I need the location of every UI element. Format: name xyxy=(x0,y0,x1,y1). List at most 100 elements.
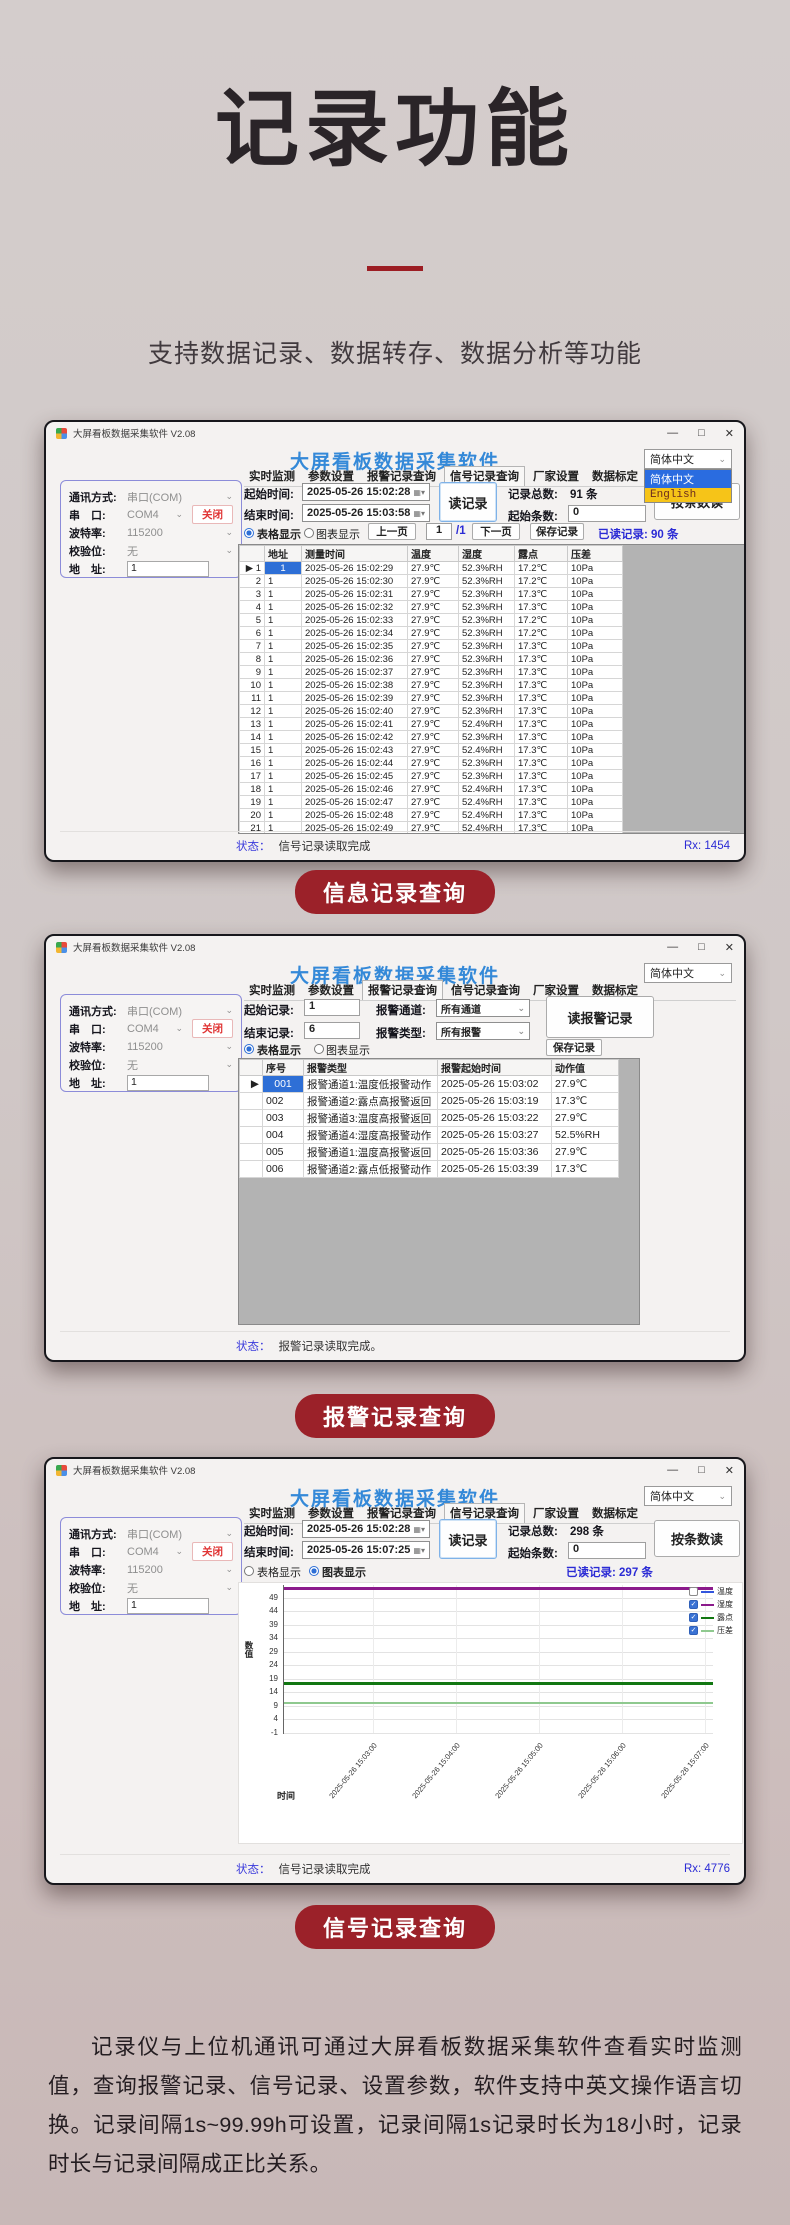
tab-厂家设置[interactable]: 厂家设置 xyxy=(528,1504,584,1523)
table-row[interactable]: 212025-05-26 15:02:3027.9℃52.3%RH17.2℃10… xyxy=(240,575,623,588)
legend-checkbox[interactable] xyxy=(689,1587,698,1596)
tab-厂家设置[interactable]: 厂家设置 xyxy=(528,467,584,486)
table-view-radio[interactable] xyxy=(244,1566,254,1576)
tab-报警记录查询[interactable]: 报警记录查询 xyxy=(362,980,443,1000)
chart-view-radio[interactable] xyxy=(314,1044,324,1054)
table-row[interactable]: 1112025-05-26 15:02:3927.9℃52.3%RH17.3℃1… xyxy=(240,692,623,705)
dropdown[interactable]: 无⌄ xyxy=(127,1057,233,1073)
start-index-input[interactable]: 0 xyxy=(568,505,646,522)
page-number-input[interactable]: 1 xyxy=(426,523,452,540)
dropdown[interactable]: 115200⌄ xyxy=(127,527,233,539)
tab-实时监测[interactable]: 实时监测 xyxy=(244,467,300,486)
table-row[interactable]: ▶ 112025-05-26 15:02:2927.9℃52.3%RH17.2℃… xyxy=(240,562,623,575)
dropdown[interactable]: 串口(COM)⌄ xyxy=(127,1003,233,1019)
table-view-label[interactable]: 表格显示 xyxy=(257,1564,301,1580)
minimize-button[interactable]: — xyxy=(667,1464,678,1477)
tab-参数设置[interactable]: 参数设置 xyxy=(303,981,359,1000)
read-by-count-button[interactable]: 按条数读 xyxy=(654,1520,740,1557)
close-button[interactable]: ✕ xyxy=(725,941,734,954)
records-table[interactable]: 地址测量时间温度湿度露点压差▶ 112025-05-26 15:02:2927.… xyxy=(238,544,745,834)
start-time-input[interactable]: 2025-05-26 15:02:28 ▦▾ xyxy=(302,1520,430,1538)
dropdown[interactable]: COM4⌄ xyxy=(127,509,183,521)
dropdown[interactable]: 无⌄ xyxy=(127,1580,233,1596)
table-row[interactable]: 1612025-05-26 15:02:4427.9℃52.3%RH17.3℃1… xyxy=(240,757,623,770)
start-index-input[interactable]: 0 xyxy=(568,1542,646,1559)
start-time-input[interactable]: 2025-05-26 15:02:28 ▦▾ xyxy=(302,483,430,501)
language-select[interactable]: 简体中文 ⌄ xyxy=(644,1486,732,1506)
address-input[interactable]: 1 xyxy=(127,1598,209,1614)
alarm-type-select[interactable]: 所有报警 ⌄ xyxy=(436,1022,530,1040)
table-row[interactable]: 1812025-05-26 15:02:4627.9℃52.4%RH17.3℃1… xyxy=(240,783,623,796)
table-view-label[interactable]: 表格显示 xyxy=(257,526,301,542)
dropdown[interactable]: 串口(COM)⌄ xyxy=(127,1526,233,1542)
table-row[interactable]: 1212025-05-26 15:02:4027.9℃52.3%RH17.3℃1… xyxy=(240,705,623,718)
save-records-button[interactable]: 保存记录 xyxy=(530,523,584,540)
language-select[interactable]: 简体中文 ⌄ xyxy=(644,449,732,469)
read-records-button[interactable]: 读记录 xyxy=(439,1519,497,1559)
table-row[interactable]: 1012025-05-26 15:02:3827.9℃52.3%RH17.3℃1… xyxy=(240,679,623,692)
dropdown[interactable]: 无⌄ xyxy=(127,543,233,559)
table-row[interactable]: ▶ 001报警通道1:温度低报警动作2025-05-26 15:03:0227.… xyxy=(240,1076,619,1093)
close-port-button[interactable]: 关闭 xyxy=(192,505,233,524)
tab-实时监测[interactable]: 实时监测 xyxy=(244,1504,300,1523)
maximize-button[interactable]: □ xyxy=(698,1464,705,1477)
chart-view-label[interactable]: 图表显示 xyxy=(322,1564,366,1580)
table-row[interactable]: 412025-05-26 15:02:3227.9℃52.3%RH17.3℃10… xyxy=(240,601,623,614)
table-row[interactable]: 512025-05-26 15:02:3327.9℃52.3%RH17.2℃10… xyxy=(240,614,623,627)
table-row[interactable]: 612025-05-26 15:02:3427.9℃52.3%RH17.2℃10… xyxy=(240,627,623,640)
maximize-button[interactable]: □ xyxy=(698,941,705,954)
close-port-button[interactable]: 关闭 xyxy=(192,1542,233,1561)
dropdown[interactable]: COM4⌄ xyxy=(127,1023,183,1035)
close-button[interactable]: ✕ xyxy=(725,427,734,440)
table-row[interactable]: 1512025-05-26 15:02:4327.9℃52.4%RH17.3℃1… xyxy=(240,744,623,757)
chart-view-radio[interactable] xyxy=(309,1566,319,1576)
chart-view-radio[interactable] xyxy=(304,528,314,538)
tab-实时监测[interactable]: 实时监测 xyxy=(244,981,300,1000)
table-row[interactable]: 1712025-05-26 15:02:4527.9℃52.3%RH17.3℃1… xyxy=(240,770,623,783)
save-records-button[interactable]: 保存记录 xyxy=(546,1039,602,1056)
start-record-input[interactable]: 1 xyxy=(304,999,360,1016)
table-row[interactable]: 912025-05-26 15:02:3727.9℃52.3%RH17.3℃10… xyxy=(240,666,623,679)
table-row[interactable]: 002报警通道2:露点高报警返回2025-05-26 15:03:1917.3℃ xyxy=(240,1093,619,1110)
read-alarm-records-button[interactable]: 读报警记录 xyxy=(546,996,654,1038)
prev-page-button[interactable]: 上一页 xyxy=(368,523,416,540)
read-records-button[interactable]: 读记录 xyxy=(439,482,497,522)
table-row[interactable]: 003报警通道3:温度高报警返回2025-05-26 15:03:2227.9℃ xyxy=(240,1110,619,1127)
table-row[interactable]: 004报警通道4:湿度高报警动作2025-05-26 15:03:2752.5%… xyxy=(240,1127,619,1144)
table-row[interactable]: 1412025-05-26 15:02:4227.9℃52.3%RH17.3℃1… xyxy=(240,731,623,744)
tab-信号记录查询[interactable]: 信号记录查询 xyxy=(446,981,525,1000)
chart-view-label[interactable]: 图表显示 xyxy=(326,1042,370,1058)
dropdown[interactable]: COM4⌄ xyxy=(127,1546,183,1558)
language-select[interactable]: 简体中文 ⌄ xyxy=(644,963,732,983)
address-input[interactable]: 1 xyxy=(127,1075,209,1091)
legend-checkbox[interactable]: ✓ xyxy=(689,1600,698,1609)
table-row[interactable]: 1312025-05-26 15:02:4127.9℃52.4%RH17.3℃1… xyxy=(240,718,623,731)
table-row[interactable]: 712025-05-26 15:02:3527.9℃52.3%RH17.3℃10… xyxy=(240,640,623,653)
minimize-button[interactable]: — xyxy=(667,427,678,440)
minimize-button[interactable]: — xyxy=(667,941,678,954)
table-row[interactable]: 006报警通道2:露点低报警动作2025-05-26 15:03:3917.3℃ xyxy=(240,1161,619,1178)
legend-checkbox[interactable]: ✓ xyxy=(689,1626,698,1635)
table-row[interactable]: 1912025-05-26 15:02:4727.9℃52.4%RH17.3℃1… xyxy=(240,796,623,809)
language-option-english[interactable]: English xyxy=(645,488,731,502)
end-time-input[interactable]: 2025-05-26 15:07:25 ▦▾ xyxy=(302,1541,430,1559)
table-row[interactable]: 2012025-05-26 15:02:4827.9℃52.4%RH17.3℃1… xyxy=(240,809,623,822)
address-input[interactable]: 1 xyxy=(127,561,209,577)
close-port-button[interactable]: 关闭 xyxy=(192,1019,233,1038)
table-view-radio[interactable] xyxy=(244,528,254,538)
language-option-chinese[interactable]: 简体中文 xyxy=(645,470,731,488)
tab-数据标定[interactable]: 数据标定 xyxy=(587,467,643,486)
dropdown[interactable]: 115200⌄ xyxy=(127,1564,233,1576)
next-page-button[interactable]: 下一页 xyxy=(472,523,520,540)
chart-view-label[interactable]: 图表显示 xyxy=(316,526,360,542)
close-button[interactable]: ✕ xyxy=(725,1464,734,1477)
alarm-table[interactable]: 序号报警类型报警起始时间动作值▶ 001报警通道1:温度低报警动作2025-05… xyxy=(238,1058,640,1325)
tab-数据标定[interactable]: 数据标定 xyxy=(587,1504,643,1523)
table-view-label[interactable]: 表格显示 xyxy=(257,1042,301,1058)
table-view-radio[interactable] xyxy=(244,1044,254,1054)
alarm-channel-select[interactable]: 所有通道 ⌄ xyxy=(436,999,530,1017)
legend-checkbox[interactable]: ✓ xyxy=(689,1613,698,1622)
table-row[interactable]: 812025-05-26 15:02:3627.9℃52.3%RH17.3℃10… xyxy=(240,653,623,666)
end-record-input[interactable]: 6 xyxy=(304,1022,360,1039)
maximize-button[interactable]: □ xyxy=(698,427,705,440)
